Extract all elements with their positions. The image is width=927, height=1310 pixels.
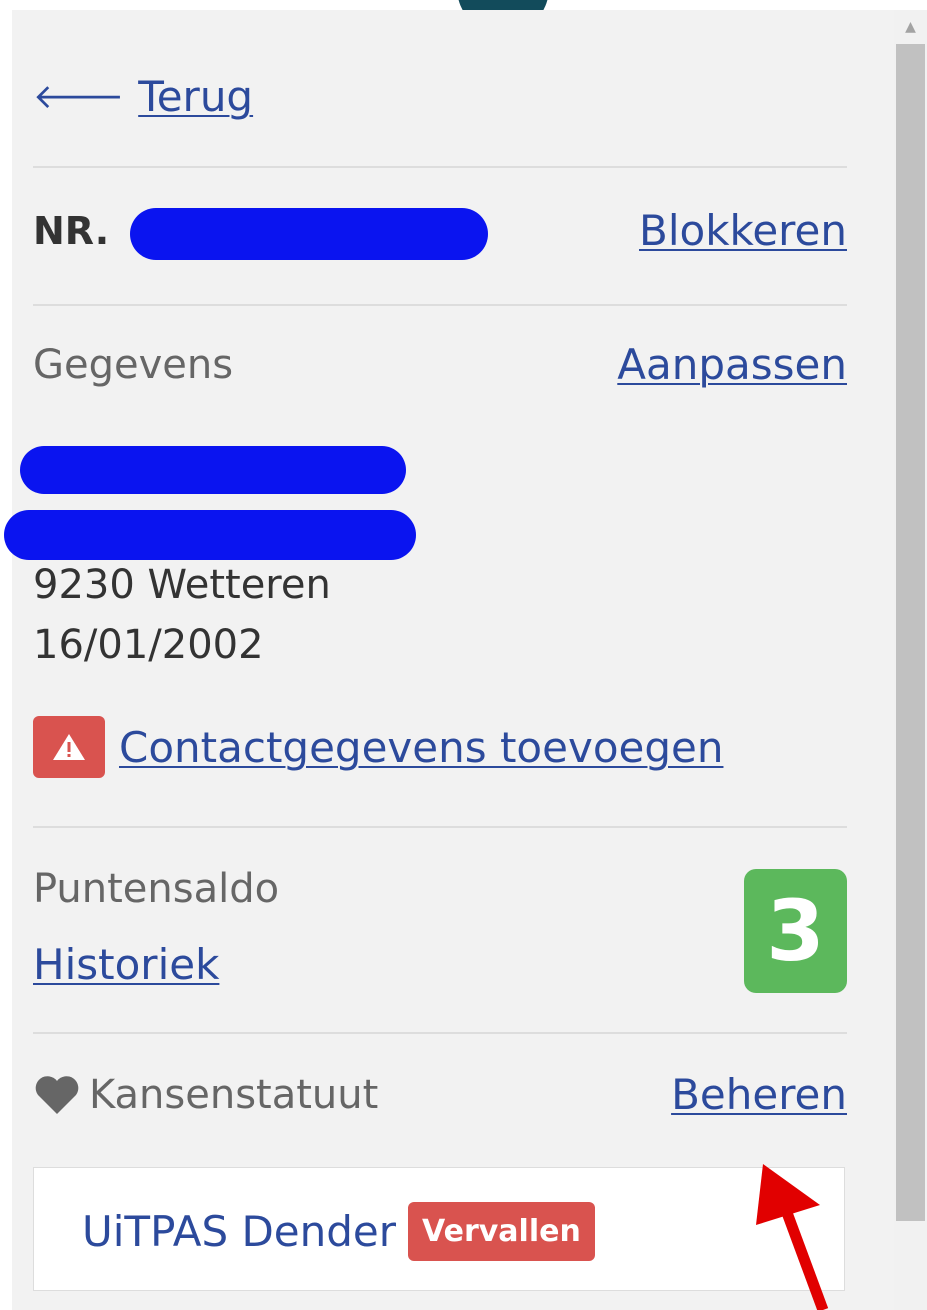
kansenstatuut-heading: Kansenstatuut	[89, 1071, 379, 1118]
redacted-name	[20, 446, 406, 494]
points-heading: Puntensaldo	[33, 866, 280, 912]
arrow-left-icon: 🡐	[33, 77, 125, 117]
scrollbar[interactable]: ▲	[894, 10, 927, 1310]
points-balance-badge: 3	[744, 869, 847, 993]
add-contact-link[interactable]: Contactgegevens toevoegen	[119, 723, 723, 772]
scrollbar-thumb[interactable]	[896, 44, 925, 1221]
details-heading: Gegevens	[33, 341, 234, 388]
divider	[33, 1032, 847, 1034]
divider	[33, 166, 847, 168]
points-history-link[interactable]: Historiek	[33, 940, 219, 989]
card-number-prefix: NR.	[33, 208, 110, 253]
back-link-row[interactable]: 🡐 Terug	[33, 72, 253, 121]
kansenstatuut-row: Kansenstatuut Beheren	[33, 1070, 847, 1119]
block-card-link[interactable]: Blokkeren	[639, 206, 847, 255]
divider	[33, 304, 847, 306]
back-link[interactable]: Terug	[138, 72, 253, 121]
add-contact-row[interactable]: Contactgegevens toevoegen	[33, 716, 723, 778]
details-header-row: Gegevens Aanpassen	[33, 340, 847, 389]
manage-kansenstatuut-link[interactable]: Beheren	[671, 1070, 847, 1119]
birthdate: 16/01/2002	[33, 622, 264, 668]
uitpas-card-name: UiTPAS Dender	[82, 1207, 397, 1256]
heart-icon	[33, 1074, 81, 1116]
status-badge: Vervallen	[408, 1202, 595, 1261]
scroll-up-icon[interactable]: ▲	[894, 16, 927, 38]
card-number: NR.	[33, 209, 109, 253]
uitpas-card: UiTPAS Dender Vervallen	[33, 1167, 845, 1291]
redacted-card-number	[130, 208, 488, 260]
edit-details-link[interactable]: Aanpassen	[617, 340, 847, 389]
kansenstatuut-heading-wrap: Kansenstatuut	[33, 1072, 378, 1118]
address-city: 9230 Wetteren	[33, 562, 331, 608]
redacted-street	[4, 510, 416, 560]
warning-icon	[33, 716, 105, 778]
divider	[33, 826, 847, 828]
